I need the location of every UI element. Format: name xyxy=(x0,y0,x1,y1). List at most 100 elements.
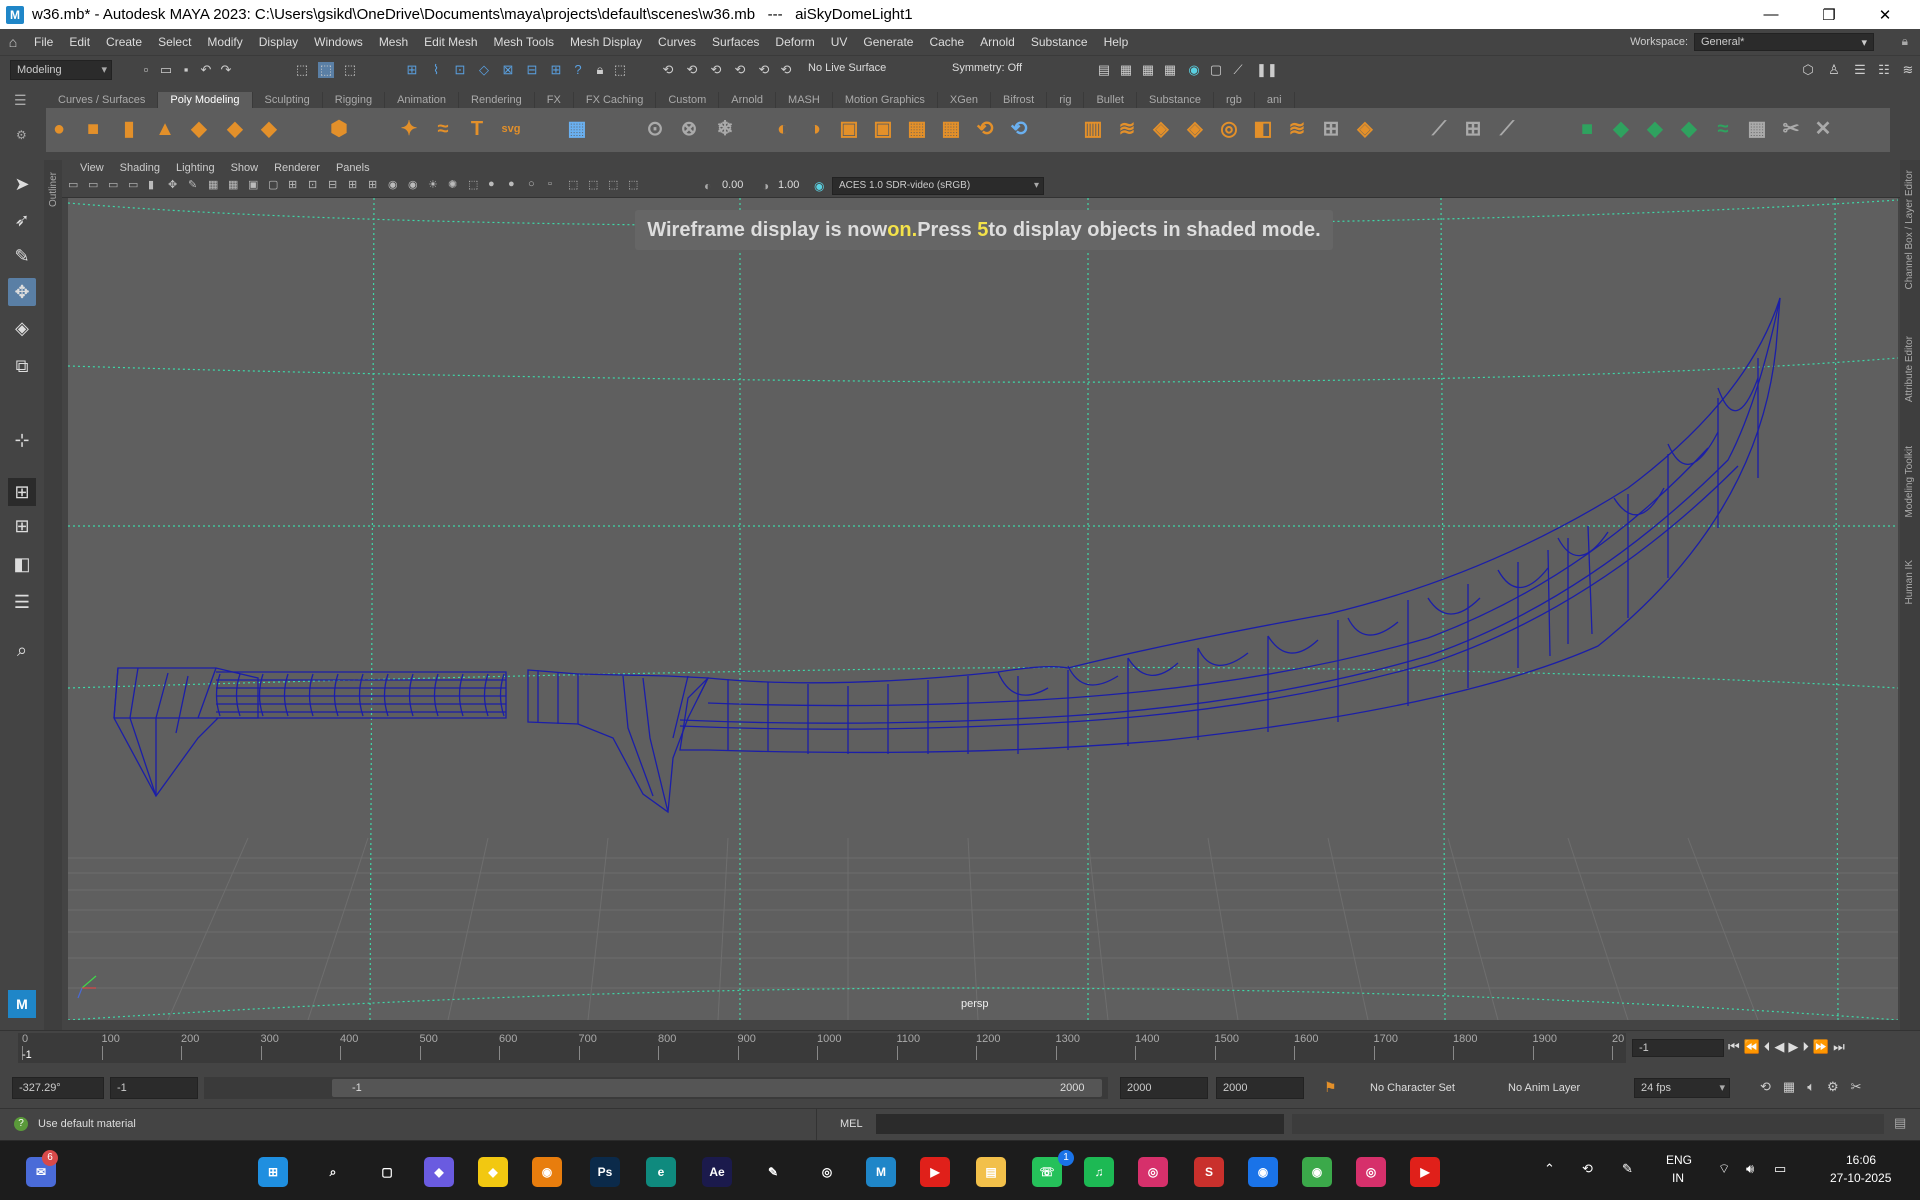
instagram2-icon[interactable]: ◎ xyxy=(1356,1157,1386,1187)
panel-tool-icon[interactable]: ▫ xyxy=(548,178,552,190)
animation-end-field[interactable]: 2000 xyxy=(1216,1077,1304,1099)
panel-tool-icon[interactable]: ● xyxy=(508,178,515,190)
shelf-uv-editor-icon[interactable]: ⟋ xyxy=(1426,116,1452,142)
shelf-flatten-brush-icon[interactable]: ✕ xyxy=(1810,116,1836,142)
play-backward-icon[interactable]: ◀ xyxy=(1774,1039,1784,1055)
snap-curve-icon[interactable]: ⌇ xyxy=(428,62,444,78)
menu-arnold[interactable]: Arnold xyxy=(972,35,1023,49)
history-icon[interactable]: ? xyxy=(570,62,586,78)
menu-modify[interactable]: Modify xyxy=(199,35,250,49)
panel-tool-icon[interactable]: ⬚ xyxy=(608,178,618,191)
snap-view-plane-icon[interactable]: ◇ xyxy=(476,62,492,78)
shelf-tab-fx[interactable]: FX xyxy=(535,92,574,108)
panel-tool-icon[interactable]: ▦ xyxy=(208,178,218,191)
shelf-super-shape-icon[interactable]: ✦ xyxy=(396,116,422,142)
shelf-pinch-brush-icon[interactable]: ✂ xyxy=(1778,116,1804,142)
panel-tool-icon[interactable]: ⬚ xyxy=(628,178,638,191)
animation-start-field[interactable]: -1 xyxy=(110,1077,198,1099)
substance-icon[interactable]: S xyxy=(1194,1157,1224,1187)
menu-surfaces[interactable]: Surfaces xyxy=(704,35,767,49)
shelf-type-icon[interactable]: T xyxy=(464,116,490,142)
show-hidden-icons-icon[interactable]: ⌃ xyxy=(1544,1161,1555,1177)
panel-tool-icon[interactable]: ▢ xyxy=(268,178,278,191)
shelf-settings-icon[interactable]: ⚙ xyxy=(16,128,27,142)
panel-tool-icon[interactable]: ◉ xyxy=(408,178,418,191)
shelf-target-weld-icon[interactable]: ◧ xyxy=(1250,116,1276,142)
script-editor-icon[interactable]: ▤ xyxy=(1894,1115,1906,1131)
snap-face-icon[interactable]: ⊞ xyxy=(548,62,564,78)
menu-cache[interactable]: Cache xyxy=(921,35,972,49)
lock-selection-icon[interactable]: 🔒︎ xyxy=(592,62,608,78)
viewport-canvas[interactable] xyxy=(68,198,1898,1020)
render-view-icon[interactable]: ▤ xyxy=(1096,62,1112,78)
symmetry-label[interactable]: Symmetry: Off xyxy=(952,62,1022,74)
menu-display[interactable]: Display xyxy=(251,35,306,49)
volume-icon[interactable]: 🔊︎ xyxy=(1746,1161,1754,1177)
move-tool-icon[interactable]: ✥ xyxy=(8,278,36,306)
auto-key-icon[interactable]: ⚑ xyxy=(1324,1079,1337,1096)
shelf-cube-icon[interactable]: ■ xyxy=(80,116,106,142)
play-forward-icon[interactable]: ▶ xyxy=(1788,1039,1798,1055)
outliner-strip[interactable]: Outliner xyxy=(44,160,62,1030)
battery-icon[interactable]: ▭ xyxy=(1774,1161,1786,1177)
youtube2-icon[interactable]: ▶ xyxy=(1410,1157,1440,1187)
shelf-boolean-icon[interactable]: ▦ xyxy=(938,116,964,142)
menu-mesh-tools[interactable]: Mesh Tools xyxy=(486,35,562,49)
shelf-wedge-icon[interactable]: ◈ xyxy=(1352,116,1378,142)
arnold-ipr-icon[interactable]: ⟋ xyxy=(1230,62,1246,78)
whatsapp-icon[interactable]: ☏ xyxy=(1032,1157,1062,1187)
lasso-tool-icon[interactable]: ➶ xyxy=(8,206,36,234)
shelf-grab-brush-icon[interactable]: ▦ xyxy=(1744,116,1770,142)
shelf-mirror-icon[interactable]: ⟲ xyxy=(972,116,998,142)
youtube-icon[interactable]: ▶ xyxy=(920,1157,950,1187)
persp-viewport[interactable]: persp xyxy=(68,198,1898,1020)
step-forward-frame-icon[interactable]: ⏵ xyxy=(1802,1039,1809,1055)
panel-tool-icon[interactable]: ○ xyxy=(528,178,535,190)
minimize-button[interactable]: — xyxy=(1748,0,1794,29)
select-component-icon[interactable]: ⬚ xyxy=(342,62,358,78)
lasso-icon[interactable]: ⟲ xyxy=(660,62,676,78)
four-pane-layout-icon[interactable]: ⊞ xyxy=(8,512,36,540)
shelf-uv-toolkit-icon[interactable]: ⊞ xyxy=(1460,116,1486,142)
playback-end-field[interactable]: 2000 xyxy=(1120,1077,1208,1099)
show-manipulator-icon[interactable]: ⊹ xyxy=(8,426,36,454)
shelf-tab-sculpting[interactable]: Sculpting xyxy=(253,92,323,108)
open-scene-icon[interactable]: ▭ xyxy=(158,62,174,78)
redo-icon[interactable]: ↷ xyxy=(218,62,234,78)
shelf-insert-edge-icon[interactable]: ▥ xyxy=(1080,116,1106,142)
menu-create[interactable]: Create xyxy=(98,35,150,49)
ipr-render-icon[interactable]: ▦ xyxy=(1140,62,1156,78)
shelf-circularize-icon[interactable]: ≋ xyxy=(1284,116,1310,142)
step-forward-key-icon[interactable]: ⏩ xyxy=(1813,1039,1829,1055)
shelf-sphere-icon[interactable]: ● xyxy=(46,116,72,142)
shelf-tab-bullet[interactable]: Bullet xyxy=(1084,92,1137,108)
menu-edit-mesh[interactable]: Edit Mesh xyxy=(416,35,485,49)
shelf-tab-rigging[interactable]: Rigging xyxy=(323,92,386,108)
menu-file[interactable]: File xyxy=(26,35,61,49)
panel-menu-shading[interactable]: Shading xyxy=(112,160,168,176)
shelf-collapse-icon[interactable]: ◈ xyxy=(1182,116,1208,142)
pause-icon[interactable]: ❚❚ xyxy=(1256,62,1278,78)
panel-tool-icon[interactable]: ⬚ xyxy=(588,178,598,191)
scale-tool-icon[interactable]: ⧉ xyxy=(8,352,36,380)
close-button[interactable]: ✕ xyxy=(1862,0,1908,29)
mode-dropdown[interactable]: Modeling xyxy=(10,60,112,80)
shelf-tab-substance[interactable]: Substance xyxy=(1137,92,1214,108)
maya-icon[interactable]: M xyxy=(866,1157,896,1187)
reflect-icon[interactable]: ⟲ xyxy=(756,62,772,78)
shelf-freeze-icon[interactable]: ⊗ xyxy=(676,116,702,142)
shelf-combine-icon[interactable]: ❄ xyxy=(712,116,738,142)
shelf-tab-custom[interactable]: Custom xyxy=(656,92,720,108)
menu-generate[interactable]: Generate xyxy=(855,35,921,49)
pen-tray-icon[interactable]: ✎ xyxy=(1622,1161,1633,1177)
shelf-sweep-mesh-icon[interactable]: ≈ xyxy=(430,116,456,142)
select-object-icon[interactable]: ⬚ xyxy=(318,62,334,78)
maximize-button[interactable]: ❐ xyxy=(1806,0,1852,29)
step-back-frame-icon[interactable]: ⏴ xyxy=(1764,1039,1771,1055)
panel-tool-icon[interactable]: ⊟ xyxy=(328,178,337,191)
modeling-toolkit-tab[interactable]: Modeling Toolkit xyxy=(1904,446,1915,518)
photoshop-icon[interactable]: Ps xyxy=(590,1157,620,1187)
panel-tool-icon[interactable]: ⊡ xyxy=(308,178,317,191)
step-back-key-icon[interactable]: ⏪ xyxy=(1744,1039,1760,1055)
panel-tool-icon[interactable]: ☀ xyxy=(428,178,438,191)
